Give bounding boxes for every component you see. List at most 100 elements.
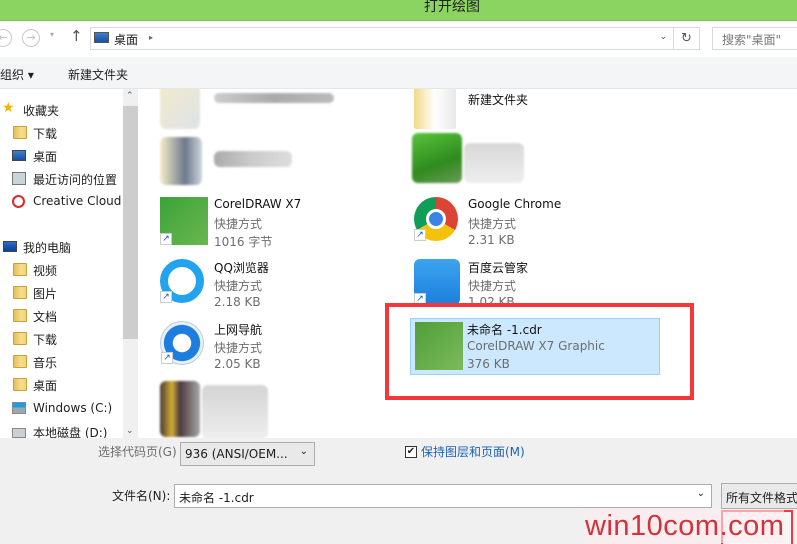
sidebar-item-label: 视频 bbox=[33, 264, 58, 278]
watermark: win10com.com bbox=[585, 510, 785, 543]
blurred-name bbox=[202, 385, 268, 438]
file-size: 2.18 KB bbox=[214, 295, 261, 309]
organize-menu[interactable]: 组织 ▾ bbox=[0, 66, 34, 83]
keep-layers-label[interactable]: 保持图层和页面(M) bbox=[421, 443, 525, 460]
downloads-folder-icon bbox=[13, 126, 27, 139]
desktop-icon bbox=[12, 150, 26, 161]
up-button[interactable]: ↑ bbox=[70, 27, 83, 45]
back-button[interactable]: ← bbox=[0, 29, 12, 47]
sidebar-item-label: 下载 bbox=[33, 127, 58, 141]
sidebar-item-label: 桌面 bbox=[33, 150, 58, 164]
folder-icon bbox=[414, 89, 456, 129]
filetype-value: 所有文件格式 bbox=[726, 491, 797, 505]
codepage-select[interactable]: 936 (ANSI/OEM... ⌄ bbox=[180, 442, 315, 466]
file-item-blurred[interactable] bbox=[160, 381, 400, 438]
filetype-select[interactable]: 所有文件格式 bbox=[721, 483, 797, 509]
blurred-icon bbox=[160, 381, 200, 437]
desktop-folder-icon bbox=[13, 378, 27, 391]
sidebar-item-label: 收藏夹 bbox=[23, 104, 60, 118]
filename-input[interactable]: 未命名 -1.cdr ⌄ bbox=[174, 484, 712, 508]
title-bar: 打开绘图 bbox=[0, 0, 797, 21]
refresh-button[interactable]: ↻ bbox=[674, 27, 700, 50]
blurred-name bbox=[214, 93, 334, 103]
pictures-folder-icon bbox=[13, 286, 27, 299]
file-name: Google Chrome bbox=[468, 197, 562, 211]
file-name: 新建文件夹 bbox=[468, 93, 529, 107]
sidebar-item-label: 音乐 bbox=[33, 356, 58, 370]
downloads-folder-icon bbox=[13, 332, 27, 345]
computer-icon bbox=[3, 241, 17, 252]
sidebar-item-label: Creative Cloud bbox=[33, 194, 122, 208]
chrome-icon: ↗ bbox=[414, 197, 458, 241]
shortcut-arrow-icon: ↗ bbox=[160, 291, 172, 303]
sidebar-item-label: 我的电脑 bbox=[23, 241, 72, 255]
file-type: 快捷方式 bbox=[214, 217, 263, 231]
navigation-bar: ← → ▾ ↑ 桌面 ▸ ⌄ ↻ 搜索"桌面" bbox=[0, 21, 797, 57]
breadcrumb-arrow-icon[interactable]: ▸ bbox=[149, 33, 153, 42]
sidebar-scrollbar[interactable]: ⌃ ⌄ bbox=[123, 89, 138, 438]
address-location[interactable]: 桌面 bbox=[114, 31, 138, 48]
sidebar-item-label: 文档 bbox=[33, 310, 58, 324]
back-icon: ← bbox=[0, 31, 8, 44]
address-dropdown-icon[interactable]: ⌄ bbox=[659, 32, 667, 42]
file-item-qq-browser[interactable]: ↗ QQ浏览器 快捷方式 2.18 KB bbox=[160, 259, 400, 315]
file-item-blurred[interactable] bbox=[160, 137, 400, 193]
star-icon: ★ bbox=[2, 100, 15, 116]
file-name: QQ浏览器 bbox=[214, 261, 269, 275]
codepage-value: 936 (ANSI/OEM... bbox=[185, 447, 288, 461]
file-item-google-chrome[interactable]: ↗ Google Chrome 快捷方式 2.31 KB bbox=[414, 197, 654, 253]
file-type: 快捷方式 bbox=[214, 341, 263, 355]
coreldraw-icon: ↗ bbox=[160, 197, 208, 245]
search-input[interactable]: 搜索"桌面" bbox=[712, 27, 797, 50]
ie-icon: ↗ bbox=[160, 321, 204, 365]
sidebar-item-label: Windows (C:) bbox=[33, 401, 113, 415]
file-name: 百度云管家 bbox=[468, 261, 529, 275]
sidebar-item-label: 下载 bbox=[33, 333, 58, 347]
shortcut-arrow-icon: ↗ bbox=[160, 233, 172, 245]
sidebar-item-label: 桌面 bbox=[33, 379, 58, 393]
dropdown-icon[interactable]: ⌄ bbox=[697, 488, 705, 499]
music-folder-icon bbox=[13, 355, 27, 368]
forward-icon: → bbox=[26, 31, 36, 44]
command-toolbar: 组织 ▾ 新建文件夹 bbox=[0, 57, 797, 89]
highlight-annotation-box bbox=[385, 303, 694, 400]
documents-folder-icon bbox=[13, 309, 27, 322]
file-size: 1016 字节 bbox=[214, 235, 273, 249]
scrollbar-thumb[interactable] bbox=[123, 106, 138, 339]
sidebar-item-label: 图片 bbox=[33, 287, 58, 301]
scroll-up-icon[interactable]: ⌃ bbox=[126, 91, 134, 101]
checkmark-icon: ✔ bbox=[406, 446, 416, 457]
file-item-coreldraw-shortcut[interactable]: ↗ CorelDRAW X7 快捷方式 1016 字节 bbox=[160, 197, 400, 253]
file-item-web-navigation[interactable]: ↗ 上网导航 快捷方式 2.05 KB bbox=[160, 321, 400, 377]
recent-locations-button[interactable]: ▾ bbox=[50, 30, 54, 39]
address-bar[interactable]: 桌面 ▸ ⌄ bbox=[90, 27, 674, 50]
keep-layers-checkbox[interactable]: ✔ bbox=[405, 446, 417, 458]
shortcut-arrow-icon: ↗ bbox=[161, 352, 173, 364]
search-placeholder: 搜索"桌面" bbox=[722, 33, 782, 47]
sidebar-item-label: 最近访问的位置 bbox=[33, 173, 118, 187]
recent-places-icon bbox=[12, 172, 26, 185]
blurred-name bbox=[214, 151, 292, 167]
file-item-blurred[interactable] bbox=[412, 133, 652, 189]
blurred-name bbox=[464, 143, 524, 183]
creative-cloud-icon bbox=[12, 195, 25, 208]
file-type: 快捷方式 bbox=[214, 279, 263, 293]
blurred-icon bbox=[160, 137, 202, 185]
filename-value: 未命名 -1.cdr bbox=[179, 491, 254, 505]
file-item-blurred[interactable] bbox=[160, 89, 400, 141]
codepage-label: 选择代码页(G) bbox=[98, 445, 177, 459]
file-type: 快捷方式 bbox=[468, 279, 517, 293]
baidu-cloud-icon: ↗ bbox=[414, 259, 460, 305]
file-type: 快捷方式 bbox=[468, 217, 517, 231]
dropdown-icon: ⌄ bbox=[299, 446, 308, 457]
file-size: 2.31 KB bbox=[468, 233, 515, 247]
navigation-pane: ★ 收藏夹 下载 桌面 最近访问的位置 Creative Cloud 我的电脑 … bbox=[0, 89, 123, 438]
forward-button[interactable]: → bbox=[22, 29, 40, 47]
qq-browser-icon: ↗ bbox=[160, 259, 204, 303]
videos-folder-icon bbox=[13, 263, 27, 276]
new-folder-button[interactable]: 新建文件夹 bbox=[68, 66, 128, 83]
file-name: 上网导航 bbox=[214, 323, 263, 337]
desktop-icon bbox=[94, 32, 109, 43]
shortcut-arrow-icon: ↗ bbox=[414, 229, 426, 241]
scroll-down-icon[interactable]: ⌄ bbox=[126, 426, 134, 436]
